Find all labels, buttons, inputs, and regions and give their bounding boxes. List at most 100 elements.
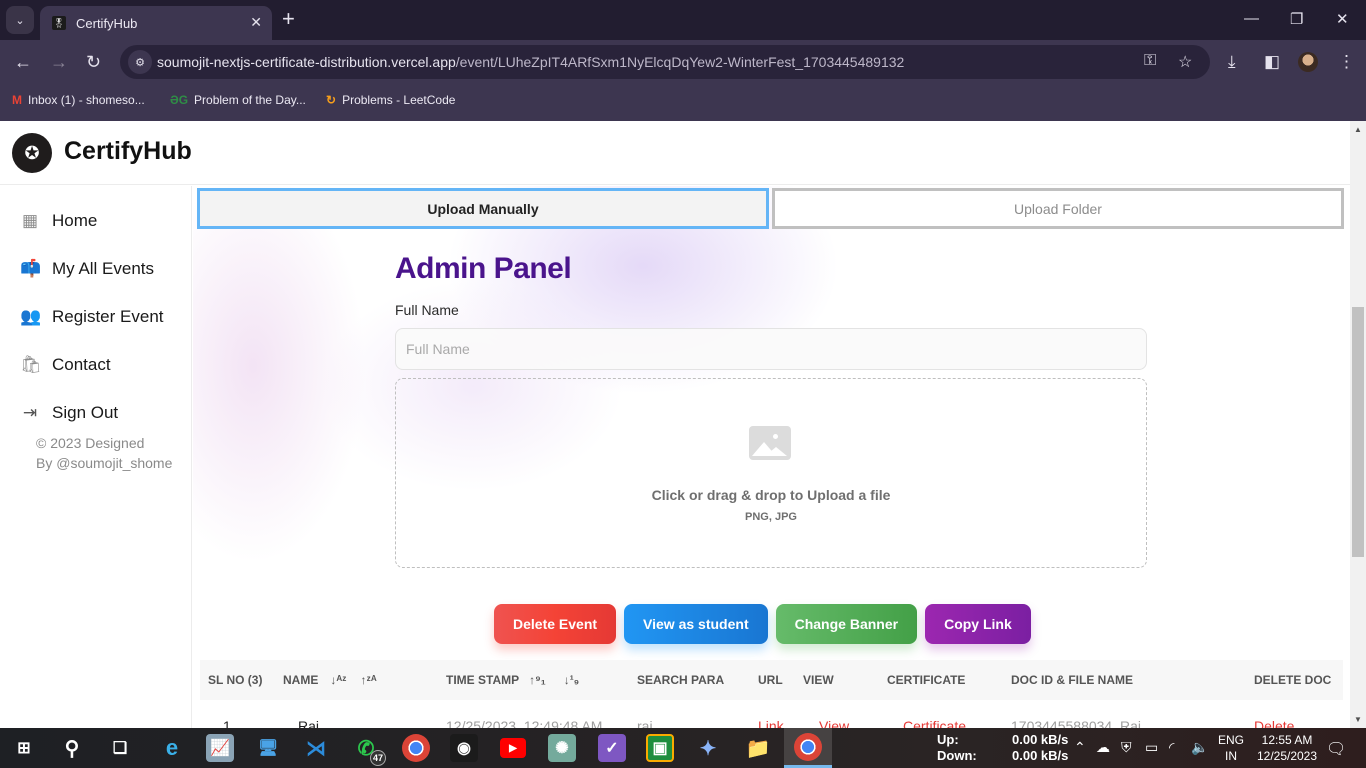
reload-icon[interactable]: ↻: [86, 52, 101, 72]
edge-icon[interactable]: e: [158, 734, 186, 762]
window-close-icon[interactable]: ✕: [1336, 10, 1349, 28]
back-icon[interactable]: ←: [14, 52, 32, 72]
browser-tab[interactable]: 🎖 CertifyHub ✕: [40, 6, 272, 40]
resource-monitor-icon[interactable]: 📈: [206, 734, 234, 762]
windows-start-icon[interactable]: ⊞: [10, 734, 38, 762]
onedrive-cloud-icon[interactable]: ☁: [1096, 739, 1110, 756]
page: ✪ CertifyHub ▦ Home 📫 My All Events 👥 Re…: [0, 121, 1350, 728]
language-indicator[interactable]: ENG IN: [1214, 732, 1248, 764]
todo-icon[interactable]: ✓: [598, 734, 626, 762]
sort-time-descending-icon[interactable]: ↓¹₉: [564, 673, 579, 687]
bookmark-gmail[interactable]: M Inbox (1) - shomeso...: [12, 93, 145, 107]
scrollbar-thumb[interactable]: [1352, 307, 1364, 557]
download-icon[interactable]: ⤓: [1228, 52, 1236, 72]
gemini-icon[interactable]: ✦: [694, 734, 722, 762]
cell-url-link[interactable]: Link: [758, 718, 784, 728]
header-view: VIEW: [803, 673, 834, 687]
copy-link-button[interactable]: Copy Link: [925, 604, 1031, 644]
side-panel-icon[interactable]: ◧: [1264, 52, 1280, 72]
password-key-icon[interactable]: ⚿: [1144, 52, 1156, 70]
sidebar-item-home[interactable]: ▦ Home: [20, 207, 97, 235]
url-text[interactable]: soumojit-nextjs-certificate-distribution…: [157, 54, 904, 70]
bookmark-label: Problem of the Day...: [194, 93, 306, 107]
sidebar-item-register-event[interactable]: 👥 Register Event: [20, 303, 164, 331]
header-time-stamp: TIME STAMP ↑⁹₁ ↓¹₉: [446, 673, 579, 687]
tab-upload-folder[interactable]: Upload Folder: [772, 188, 1344, 229]
address-bar[interactable]: ⚙ soumojit-nextjs-certificate-distributi…: [120, 45, 1210, 79]
menu-kebab-icon[interactable]: ⋮: [1338, 52, 1355, 72]
new-tab-button[interactable]: +: [282, 8, 295, 30]
notifications-icon[interactable]: 🗨: [1326, 739, 1346, 759]
close-tab-icon[interactable]: ✕: [250, 14, 262, 31]
this-pc-icon[interactable]: 🖥: [254, 734, 282, 762]
bookmark-leetcode[interactable]: ↻ Problems - LeetCode: [326, 93, 455, 107]
clock-date: 12/25/2023: [1256, 749, 1318, 763]
sidebar-item-sign-out[interactable]: ⇥ Sign Out: [20, 399, 118, 427]
bookmark-label: Problems - LeetCode: [342, 93, 456, 107]
volume-icon[interactable]: 🔈: [1191, 739, 1208, 756]
header-label: URL: [758, 673, 783, 687]
page-scrollbar[interactable]: ▲ ▼: [1350, 121, 1366, 728]
change-banner-button[interactable]: Change Banner: [775, 604, 918, 644]
google-classroom-icon[interactable]: ▣: [646, 734, 674, 762]
header-label: CERTIFICATE: [887, 673, 966, 687]
task-view-icon[interactable]: ❏: [106, 734, 134, 762]
whatsapp-icon[interactable]: ✆ 47: [352, 734, 386, 766]
users-icon: 👥: [20, 307, 42, 326]
search-icon[interactable]: ⚲: [58, 734, 86, 762]
sidebar: ▦ Home 📫 My All Events 👥 Register Event …: [0, 186, 192, 728]
cell-view-link[interactable]: View: [819, 718, 849, 728]
cell-certificate-link[interactable]: Certificate: [903, 718, 966, 728]
full-name-input[interactable]: [395, 328, 1147, 370]
wifi-icon[interactable]: ◜: [1169, 739, 1174, 756]
sidebar-item-label: Contact: [52, 355, 111, 374]
bookmark-star-icon[interactable]: ☆: [1178, 52, 1192, 72]
grid-icon: ▦: [21, 211, 39, 230]
clock[interactable]: 12:55 AM 12/25/2023: [1250, 732, 1324, 764]
sort-name-descending-icon[interactable]: ↑ᶻᴬ: [361, 673, 377, 687]
chrome-active-icon[interactable]: [784, 728, 832, 768]
sidebar-item-contact[interactable]: 🛍 Contact: [20, 351, 111, 379]
gmail-icon: M: [12, 93, 22, 107]
chrome-icon[interactable]: [402, 734, 430, 762]
profile-avatar[interactable]: [1298, 52, 1318, 72]
main-content: Upload Manually Upload Folder Admin Pane…: [193, 186, 1350, 728]
show-hidden-icons-chevron-icon[interactable]: ⌃: [1074, 739, 1086, 756]
network-speed-labels: Up: Down:: [937, 732, 977, 764]
header-label: DELETE DOC: [1254, 673, 1332, 687]
forward-icon[interactable]: →: [50, 52, 68, 72]
header-sl-no: SL NO (3): [208, 673, 262, 687]
tab-search-button[interactable]: ⌄: [6, 6, 34, 34]
file-explorer-icon[interactable]: 📁: [744, 734, 772, 762]
sort-time-ascending-icon[interactable]: ↑⁹₁: [529, 673, 546, 687]
cell-name: Raj: [298, 718, 320, 728]
vscode-icon[interactable]: ⋊: [302, 734, 330, 762]
brand-name[interactable]: CertifyHub: [64, 137, 192, 166]
security-shield-icon[interactable]: ⛨: [1121, 739, 1132, 756]
bookmark-gfg[interactable]: ƏG Problem of the Day...: [170, 93, 306, 107]
bookmark-label: Inbox (1) - shomeso...: [28, 93, 145, 107]
view-as-student-button[interactable]: View as student: [624, 604, 768, 644]
cell-delete-link[interactable]: Delete: [1254, 718, 1294, 728]
minimize-icon[interactable]: —: [1244, 10, 1259, 27]
chatgpt-icon[interactable]: ✺: [548, 734, 576, 762]
browser-tab-bar: ⌄ 🎖 CertifyHub ✕ + — ❐ ✕: [0, 0, 1366, 40]
file-dropzone[interactable]: Click or drag & drop to Upload a file PN…: [395, 378, 1147, 568]
tab-upload-manually[interactable]: Upload Manually: [197, 188, 769, 229]
scroll-down-arrow-icon[interactable]: ▼: [1354, 715, 1362, 724]
sort-name-ascending-icon[interactable]: ↓ᴬᶻ: [330, 673, 346, 687]
restore-icon[interactable]: ❐: [1290, 10, 1303, 28]
scroll-up-arrow-icon[interactable]: ▲: [1354, 125, 1362, 134]
youtube-icon[interactable]: ▶: [500, 738, 526, 758]
app-header: ✪ CertifyHub: [0, 121, 1350, 185]
sidebar-item-my-all-events[interactable]: 📫 My All Events: [20, 255, 154, 283]
site-info-icon[interactable]: ⚙: [128, 50, 152, 74]
github-icon[interactable]: ◉: [450, 734, 478, 762]
certifyhub-favicon-icon: 🎖: [52, 16, 66, 30]
header-label: TIME STAMP: [446, 673, 520, 687]
battery-icon[interactable]: ▭: [1145, 739, 1158, 756]
medal-logo-icon[interactable]: ✪: [12, 133, 52, 173]
header-label: SEARCH PARA: [637, 673, 725, 687]
delete-event-button[interactable]: Delete Event: [494, 604, 617, 644]
sign-out-icon: ⇥: [22, 403, 38, 422]
